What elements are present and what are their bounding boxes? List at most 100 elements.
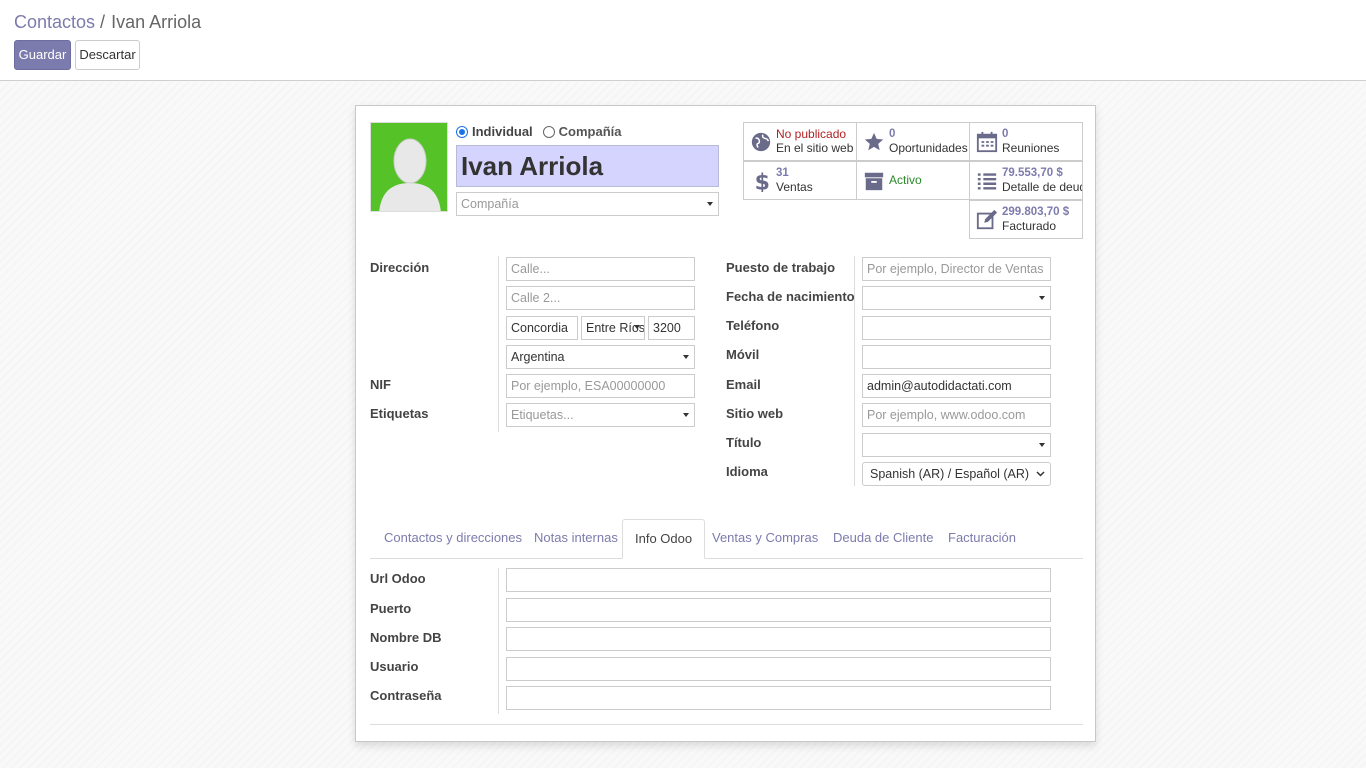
website-status-value: No publicado: [776, 127, 847, 141]
avatar-placeholder-icon: [379, 138, 441, 211]
breadcrumb-current: Ivan Arriola: [111, 12, 202, 32]
contact-type-radio-group: Individual Compañía: [456, 124, 632, 139]
opportunities-count: 0: [889, 128, 896, 140]
mobile-label: Móvil: [726, 347, 760, 362]
meetings-button[interactable]: 0 Reuniones: [969, 122, 1083, 161]
individual-radio-label[interactable]: Individual: [472, 124, 533, 139]
left-column-divider: [498, 256, 499, 432]
tab-bottom-divider: [370, 724, 1083, 725]
discard-button[interactable]: Descartar: [75, 40, 140, 70]
sales-button[interactable]: $ 31 Ventas: [743, 161, 857, 200]
job-position-input[interactable]: Por ejemplo, Director de Ventas: [862, 257, 1051, 281]
nif-label: NIF: [370, 377, 391, 392]
company-radio[interactable]: [542, 125, 555, 138]
opportunities-button[interactable]: 0 Oportunidades: [856, 122, 970, 161]
job-position-label: Puesto de trabajo: [726, 260, 836, 275]
website-label: Sitio web: [726, 406, 784, 421]
edit-icon: [976, 209, 998, 230]
chevron-down-icon: [1039, 296, 1045, 300]
tab-customer-debt[interactable]: Deuda de Cliente: [821, 519, 945, 559]
language-select[interactable]: Spanish (AR) / Español (AR): [862, 462, 1051, 486]
street2-input[interactable]: Calle 2...: [506, 286, 695, 310]
svg-text:$: $: [755, 170, 770, 192]
nif-input[interactable]: Por ejemplo, ESA00000000: [506, 374, 695, 398]
chevron-down-icon: [1036, 471, 1045, 477]
debt-label: Detalle de deuda: [1002, 180, 1082, 194]
tab-sales-purchases[interactable]: Ventas y Compras: [700, 519, 830, 559]
dollar-icon: $: [755, 170, 770, 192]
phone-input[interactable]: [862, 316, 1051, 340]
tab-contacts-addresses[interactable]: Contactos y direcciones: [372, 519, 534, 559]
invoiced-amount: 299.803,70 $: [1002, 206, 1070, 218]
url-odoo-input[interactable]: [506, 568, 1051, 592]
notebook-tabs: Contactos y direcciones Notas internas I…: [370, 519, 1083, 559]
company-radio-label[interactable]: Compañía: [559, 124, 622, 139]
control-panel: Contactos / Ivan Arriola Guardar Descartar: [0, 0, 1366, 81]
website-input[interactable]: Por ejemplo, www.odoo.com: [862, 403, 1051, 427]
calendar-icon: [976, 131, 998, 153]
website-published-button[interactable]: No publicado En el sitio web: [743, 122, 857, 161]
tab-odoo-info[interactable]: Info Odoo: [622, 519, 706, 559]
chevron-down-icon: [634, 325, 640, 329]
breadcrumb-parent-link[interactable]: Contactos: [14, 12, 95, 32]
city-input[interactable]: Concordia: [506, 316, 578, 340]
opportunities-label: Oportunidades: [889, 141, 968, 155]
globe-icon: [751, 132, 771, 152]
user-input[interactable]: [506, 657, 1051, 681]
phone-label: Teléfono: [726, 318, 780, 333]
title-select[interactable]: [862, 433, 1051, 457]
password-input[interactable]: [506, 686, 1051, 710]
tab-internal-notes[interactable]: Notas internas: [522, 519, 630, 559]
list-icon: [977, 173, 997, 190]
avatar[interactable]: [370, 122, 448, 212]
breadcrumb: Contactos / Ivan Arriola: [14, 12, 201, 33]
mobile-input[interactable]: [862, 345, 1051, 369]
company-select-placeholder: Compañía: [461, 197, 519, 211]
tags-placeholder: Etiquetas...: [511, 408, 574, 422]
chevron-down-icon: [707, 202, 713, 206]
active-toggle-button[interactable]: Activo: [856, 161, 970, 200]
meetings-count: 0: [1002, 128, 1009, 140]
language-select-value: Spanish (AR) / Español (AR): [870, 467, 1030, 481]
birthdate-label: Fecha de nacimiento: [726, 289, 855, 304]
zip-input[interactable]: 3200: [648, 316, 695, 340]
invoiced-button[interactable]: 299.803,70 $ Facturado: [969, 200, 1083, 239]
invoiced-label: Facturado: [1002, 219, 1057, 233]
db-name-input[interactable]: [506, 627, 1051, 651]
sales-label: Ventas: [776, 180, 813, 194]
archive-icon: [864, 172, 884, 191]
language-label: Idioma: [726, 464, 768, 479]
state-select[interactable]: Entre Ríos: [581, 316, 645, 340]
user-label: Usuario: [370, 659, 419, 674]
tab-invoicing[interactable]: Facturación: [936, 519, 1028, 559]
save-button[interactable]: Guardar: [14, 40, 71, 70]
birthdate-input[interactable]: [862, 286, 1051, 310]
port-label: Puerto: [370, 601, 412, 616]
address-label: Dirección: [370, 260, 430, 275]
breadcrumb-separator: /: [100, 12, 106, 32]
country-select[interactable]: Argentina: [506, 345, 695, 369]
debt-detail-button[interactable]: 79.553,70 $Detalle de deuda: [969, 161, 1083, 200]
url-odoo-label: Url Odoo: [370, 571, 426, 586]
sales-count: 31: [776, 167, 789, 179]
password-label: Contraseña: [370, 688, 442, 703]
tags-input[interactable]: Etiquetas...: [506, 403, 695, 427]
chevron-down-icon: [1039, 443, 1045, 447]
port-input[interactable]: [506, 598, 1051, 622]
email-label: Email: [726, 377, 761, 392]
meetings-label: Reuniones: [1002, 141, 1060, 155]
chevron-down-icon: [683, 413, 689, 417]
contact-name-input[interactable]: Ivan Arriola: [456, 145, 719, 187]
street-input[interactable]: Calle...: [506, 257, 695, 281]
title-label: Título: [726, 435, 762, 450]
db-name-label: Nombre DB: [370, 630, 442, 645]
company-select[interactable]: Compañía: [456, 192, 719, 216]
active-status-label: Activo: [889, 173, 922, 187]
tab-column-divider: [498, 568, 499, 714]
individual-radio[interactable]: [456, 125, 468, 138]
star-icon: [864, 132, 884, 151]
email-input[interactable]: admin@autodidactati.com: [862, 374, 1051, 398]
country-select-value: Argentina: [511, 350, 565, 364]
form-sheet: Individual Compañía Ivan Arriola Compañí…: [355, 105, 1096, 742]
debt-amount: 79.553,70 $: [1002, 167, 1063, 179]
